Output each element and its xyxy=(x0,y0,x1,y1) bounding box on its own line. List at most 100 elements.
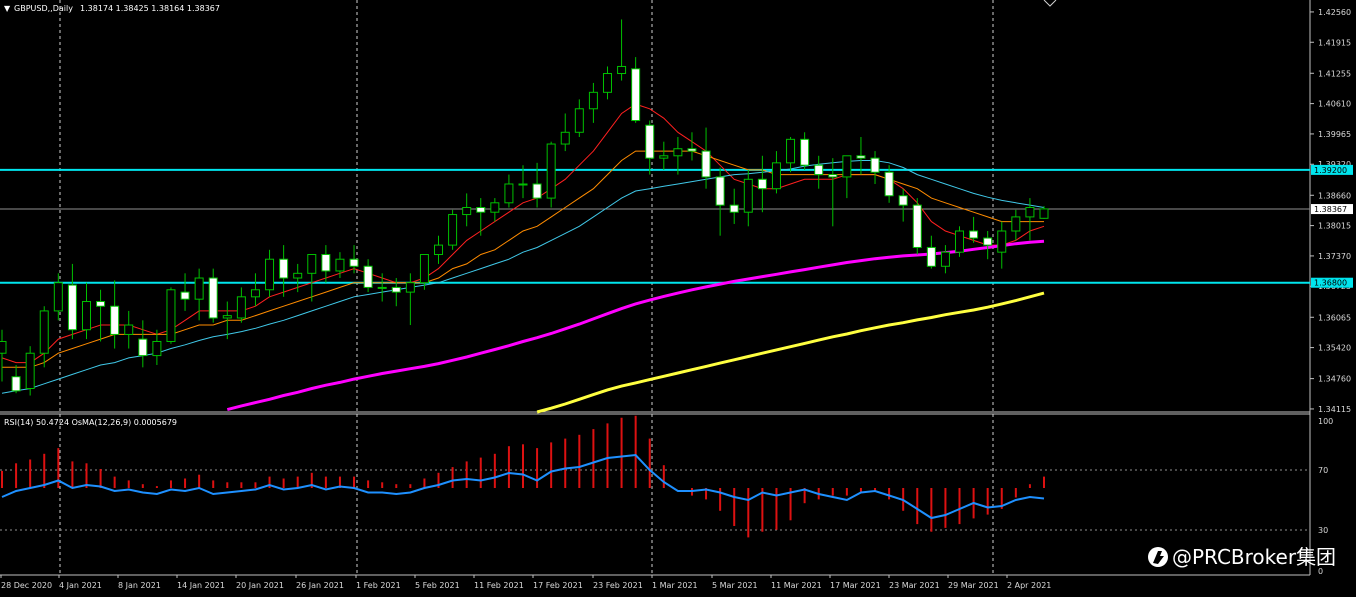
rsi-level-label: 100 xyxy=(1318,417,1333,426)
candle-body xyxy=(574,108,584,133)
candle xyxy=(912,198,922,255)
price-tick-label: 1.36065 xyxy=(1318,313,1351,322)
candle-body xyxy=(307,254,317,274)
candle-body xyxy=(546,143,556,199)
candle-body xyxy=(377,286,387,289)
candle xyxy=(138,320,148,368)
candle xyxy=(743,169,753,227)
candle xyxy=(434,235,444,264)
chart-shift-marker-icon xyxy=(1043,0,1057,7)
candle-body xyxy=(293,272,303,279)
candle xyxy=(166,287,176,344)
candle xyxy=(574,99,584,137)
candle-body xyxy=(828,174,838,178)
candle-body xyxy=(363,265,373,288)
candle-body xyxy=(673,148,683,157)
candle-body xyxy=(152,340,162,357)
time-tick-label: 8 Jan 2021 xyxy=(118,581,161,590)
candle-body xyxy=(11,376,21,392)
candle xyxy=(955,226,965,257)
candle-body xyxy=(194,277,204,300)
candle-body xyxy=(448,214,458,246)
candle xyxy=(250,273,260,307)
candle-body xyxy=(208,277,218,319)
candle xyxy=(1039,206,1049,219)
price-tick-label: 1.42560 xyxy=(1318,8,1351,17)
candle-body xyxy=(434,244,444,256)
candle-body xyxy=(39,310,49,354)
candle-body xyxy=(518,183,528,186)
candle xyxy=(828,158,838,227)
candle xyxy=(279,245,289,297)
candle-body xyxy=(138,338,148,357)
candle-body xyxy=(800,138,810,166)
symbol-menu-icon[interactable]: ▼ xyxy=(4,4,11,13)
watermark-text: @PRCBroker集团 xyxy=(1172,545,1336,569)
candle-body xyxy=(1011,216,1021,232)
candle xyxy=(659,141,669,170)
candle-body xyxy=(884,171,894,197)
candle xyxy=(236,287,246,323)
candle-body xyxy=(912,204,922,248)
chart-symbol: GBPUSD,,Daily xyxy=(14,4,73,13)
candle-body xyxy=(236,296,246,319)
candle xyxy=(729,188,739,224)
candle xyxy=(940,245,950,274)
candle-body xyxy=(786,138,796,164)
candle xyxy=(0,329,7,382)
price-tick-label: 1.38660 xyxy=(1318,191,1351,200)
candle-body xyxy=(462,207,472,216)
candle xyxy=(546,141,556,208)
candle-body xyxy=(0,340,7,354)
price-tick-label: 1.35420 xyxy=(1318,344,1351,353)
candles xyxy=(0,19,1049,396)
candle xyxy=(757,155,767,213)
candle xyxy=(588,82,598,123)
candle-body xyxy=(701,150,711,178)
candle-body xyxy=(969,230,979,239)
chart-canvas[interactable]: 1.425601.419151.412551.406101.399651.393… xyxy=(0,0,1356,597)
candle-body xyxy=(405,282,415,293)
time-tick-label: 5 Mar 2021 xyxy=(712,581,758,590)
price-tick-label: 1.39965 xyxy=(1318,130,1351,139)
candle-body xyxy=(602,73,612,93)
time-tick-label: 26 Jan 2021 xyxy=(296,581,344,590)
time-tick-label: 4 Jan 2021 xyxy=(59,581,102,590)
price-tick-label: 1.40610 xyxy=(1318,100,1351,109)
candle-body xyxy=(180,291,190,300)
candle xyxy=(208,268,218,323)
candle-body xyxy=(659,155,669,159)
time-tick-label: 5 Feb 2021 xyxy=(415,581,460,590)
candle-body xyxy=(926,246,936,267)
candle-body xyxy=(110,305,120,335)
candle-body xyxy=(898,195,908,206)
time-tick-label: 20 Jan 2021 xyxy=(236,581,284,590)
candle xyxy=(363,259,373,293)
horizontal-levels: 1.39200 1.36800 1.38367 xyxy=(0,0,1353,288)
time-tick-label: 1 Mar 2021 xyxy=(652,581,698,590)
price-tick-label: 1.41255 xyxy=(1318,69,1351,78)
candle xyxy=(476,198,486,236)
price-tick-label: 1.34760 xyxy=(1318,375,1351,384)
candle xyxy=(983,231,993,260)
candle xyxy=(25,346,35,396)
support-price-label: 1.36800 xyxy=(1314,279,1347,288)
moving-averages xyxy=(1,103,1045,414)
candle-body xyxy=(645,124,655,159)
current-price-label: 1.38367 xyxy=(1314,205,1347,214)
candle-body xyxy=(490,202,500,213)
candle xyxy=(180,273,190,311)
candle-body xyxy=(560,131,570,145)
candle-body xyxy=(279,258,289,279)
candle-body xyxy=(842,155,852,178)
candle-body xyxy=(222,315,232,319)
candle xyxy=(307,254,317,302)
candle xyxy=(602,66,612,100)
rsi-level-label: 70 xyxy=(1318,466,1328,475)
candle-body xyxy=(743,178,753,213)
candle-body xyxy=(757,178,767,190)
candle xyxy=(926,235,936,269)
candle xyxy=(67,263,77,340)
chart-ohlc: 1.38174 1.38425 1.38164 1.38367 xyxy=(80,4,220,13)
time-tick-label: 28 Dec 2020 xyxy=(1,581,52,590)
